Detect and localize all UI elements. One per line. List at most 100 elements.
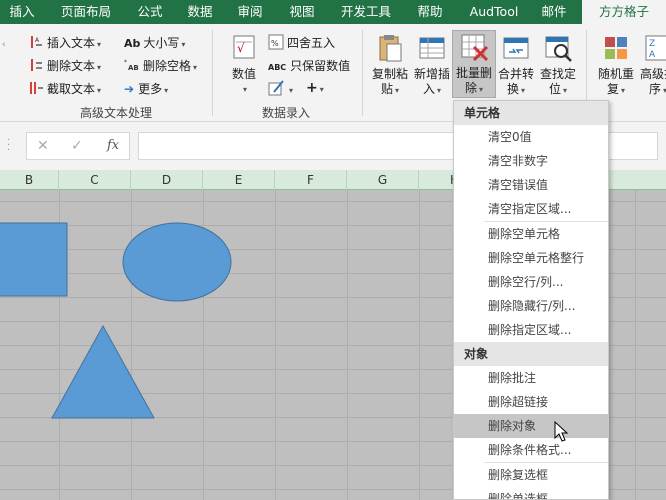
menu-item-delete-empty-rows-cols[interactable]: 删除空行/列... [454,270,608,294]
ellipse-shape[interactable] [122,222,232,302]
delete-space-button[interactable]: * AB 删除空格 ▾ [124,57,197,74]
scroll-left-icon[interactable]: ‹ [2,40,6,50]
caret-icon: ▾ [521,86,526,95]
tab-help[interactable]: 帮助 [408,0,452,24]
tab-data[interactable]: 数据 [178,0,222,24]
caret-icon: ▾ [97,63,102,72]
menu-section-cells: 单元格 [454,101,608,125]
value-button[interactable]: √ 数值 ▾ [222,32,266,97]
column-header-f[interactable]: F [275,170,347,190]
more-button[interactable]: ➔ 更多 ▾ [124,80,168,97]
tab-formulas[interactable]: 公式 [128,0,172,24]
caret-icon: ▾ [479,85,484,94]
case-icon: Ab [124,37,141,50]
menu-item-clear-zero[interactable]: 清空0值 [454,125,608,149]
svg-text:√: √ [237,41,245,55]
clipboard-icon [374,32,406,64]
insert-text-button[interactable]: A 插入文本 ▾ [28,34,101,51]
tab-developer[interactable]: 开发工具 [334,0,398,24]
group-separator [362,30,363,116]
menu-item-delete-checkbox[interactable]: 删除复选框 [454,463,608,487]
delete-text-button[interactable]: 删除文本 ▾ [28,57,101,74]
svg-text:*: * [124,59,127,66]
column-header-e[interactable]: E [203,170,275,190]
advanced-sort-label-2: 序 [648,82,661,96]
triangle-shape[interactable] [51,324,155,419]
menu-item-delete-range[interactable]: 删除指定区域... [454,318,608,342]
menu-item-delete-radio[interactable]: 删除单选框 [454,487,608,499]
delete-space-icon: * AB [124,57,140,73]
merge-convert-button[interactable]: 合并转 换 ▾ [494,32,538,98]
random-icon [600,32,632,64]
tab-audtool[interactable]: AudTool [462,0,526,24]
caret-icon: ▾ [621,86,626,95]
case-label: 大小写 [143,36,180,50]
caret-icon: ▾ [437,86,442,95]
merge-convert-label-1: 合并转 [497,67,534,81]
cancel-icon[interactable]: ✕ [37,138,49,154]
cut-text-button[interactable]: 截取文本 ▾ [28,80,101,97]
menu-item-clear-range[interactable]: 清空指定区域... [454,197,608,221]
batch-delete-label-2: 除 [464,81,477,95]
menu-item-clear-error[interactable]: 清空错误值 [454,173,608,197]
caret-icon: ▾ [395,86,400,95]
fx-icon[interactable]: fx [107,138,119,153]
column-header-g[interactable]: G [347,170,419,190]
keep-value-label: 只保留数值 [290,59,351,73]
menu-item-delete-empty-cells[interactable]: 删除空单元格 [454,222,608,246]
caret-icon: ▾ [242,85,247,94]
delete-text-label: 删除文本 [47,59,96,73]
menu-item-delete-objects[interactable]: 删除对象 [454,414,608,438]
case-button[interactable]: Ab 大小写 ▾ [124,34,185,51]
tab-page-layout[interactable]: 页面布局 [48,0,124,24]
advanced-sort-button[interactable]: ZA 高级排 序▾ [636,32,666,98]
random-label-2: 复 [606,82,619,96]
caret-icon: ▾ [563,86,568,95]
menu-item-delete-hyperlinks[interactable]: 删除超链接 [454,390,608,414]
batch-delete-button[interactable]: 批量删 除 ▾ [452,30,496,98]
drag-handle-icon[interactable]: · · · [7,136,10,156]
plus-button[interactable]: + ▾ [306,80,324,96]
insert-new-button[interactable]: 新增插 入 ▾ [410,32,454,98]
edit-cell-button[interactable]: ▾ [268,80,293,96]
caret-icon: ▾ [181,40,186,49]
insert-new-label-1: 新增插 [413,67,450,81]
column-header-c[interactable]: C [59,170,131,190]
tab-view[interactable]: 视图 [280,0,324,24]
find-locate-label-1: 查找定 [539,67,576,81]
confirm-icon[interactable]: ✓ [71,138,83,154]
batch-delete-menu: 单元格 清空0值 清空非数字 清空错误值 清空指定区域... 删除空单元格 删除… [453,100,609,500]
delete-space-label: 删除空格 [143,59,192,73]
menu-item-delete-conditional-format[interactable]: 删除条件格式... [454,438,608,462]
find-locate-button[interactable]: 查找定 位 ▾ [536,32,580,98]
find-locate-label-2: 位 [548,82,561,96]
tab-mail[interactable]: 邮件 [532,0,576,24]
caret-icon: ▾ [97,86,102,95]
menu-item-clear-non-number[interactable]: 清空非数字 [454,149,608,173]
insert-table-icon [416,32,448,64]
copy-paste-button[interactable]: 复制粘 贴 ▾ [368,32,412,98]
sort-icon: ZA [642,32,666,64]
insert-text-label: 插入文本 [47,36,96,50]
keep-value-button[interactable]: ABC 只保留数值 [268,57,350,74]
column-header-b[interactable]: B [0,170,59,190]
find-icon [542,32,574,64]
menu-item-delete-empty-cell-rows[interactable]: 删除空单元格整行 [454,246,608,270]
mouse-cursor-icon [554,421,569,442]
round-icon: % [268,34,284,50]
menu-item-delete-hidden-rows-cols[interactable]: 删除隐藏行/列... [454,294,608,318]
svg-text:Z: Z [649,39,655,49]
ribbon-tab-bar: 插入 页面布局 公式 数据 审阅 视图 开发工具 帮助 AudTool 邮件 方… [0,0,666,24]
more-label: 更多 [138,82,163,96]
tab-fangfang[interactable]: 方方格子 [582,0,666,24]
cut-text-label: 截取文本 [47,82,96,96]
column-header-d[interactable]: D [131,170,203,190]
tab-insert[interactable]: 插入 [0,0,44,24]
svg-text:%: % [271,39,279,48]
tab-review[interactable]: 审阅 [228,0,272,24]
menu-item-delete-comments[interactable]: 删除批注 [454,366,608,390]
rectangle-shape[interactable] [0,222,68,297]
copy-paste-label-1: 复制粘 [371,67,408,81]
random-repeat-button[interactable]: 随机重 复 ▾ [594,32,638,98]
round-button[interactable]: % 四舍五入 [268,34,335,51]
